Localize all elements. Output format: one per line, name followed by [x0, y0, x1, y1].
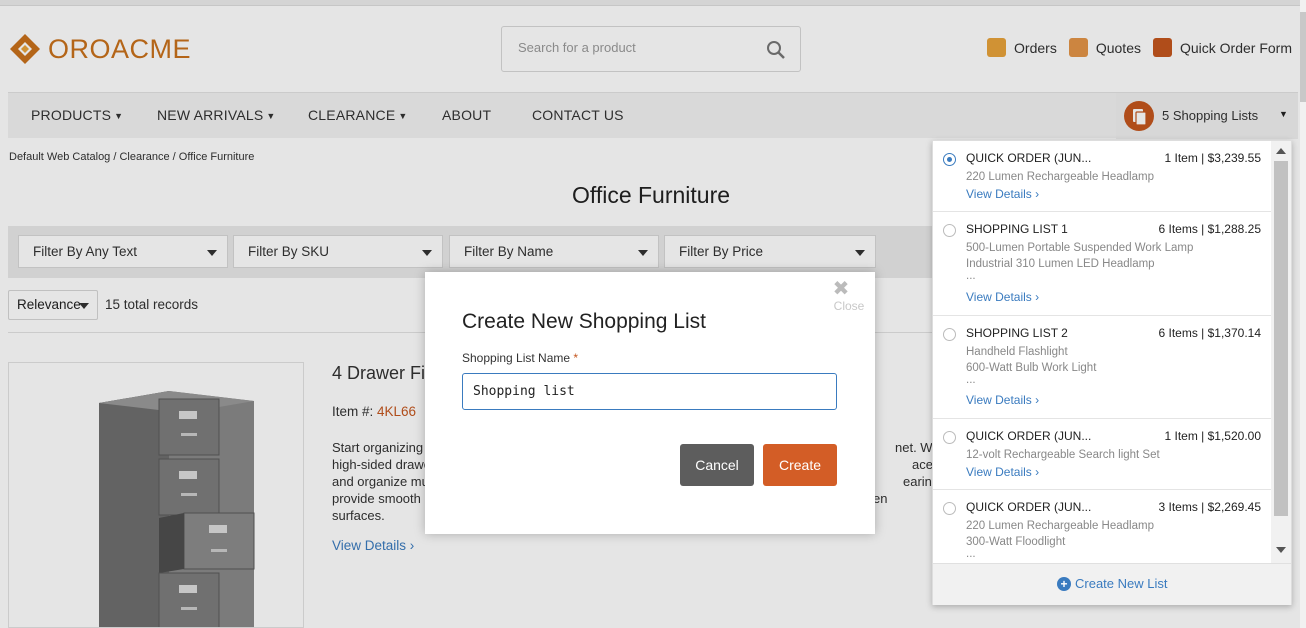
- shopping-lists-list: QUICK ORDER (JUN... 1 Item | $3,239.55 2…: [933, 141, 1271, 563]
- dialog-title: Create New Shopping List: [462, 310, 706, 333]
- shopping-list-line: 220 Lumen Rechargeable Headlamp: [966, 171, 1154, 183]
- cancel-button[interactable]: Cancel: [680, 444, 754, 486]
- shopping-list-name: QUICK ORDER (JUN...: [966, 500, 1092, 514]
- shopping-list-more: ...: [966, 270, 976, 282]
- radio[interactable]: [943, 431, 956, 444]
- shopping-list-summary: 3 Items | $2,269.45: [1158, 500, 1261, 514]
- shopping-list-summary: 1 Item | $1,520.00: [1164, 429, 1261, 443]
- plus-circle-icon: +: [1057, 577, 1071, 591]
- shopping-list-view-details[interactable]: View Details ›: [966, 393, 1039, 407]
- field-label: Shopping List Name *: [462, 351, 579, 365]
- dropdown-scrollbar[interactable]: [1271, 141, 1291, 563]
- shopping-list-name: SHOPPING LIST 2: [966, 326, 1068, 340]
- radio[interactable]: [943, 328, 956, 341]
- shopping-lists-dropdown: QUICK ORDER (JUN... 1 Item | $3,239.55 2…: [932, 140, 1292, 605]
- scroll-thumb[interactable]: [1274, 161, 1288, 516]
- shopping-list-view-details[interactable]: View Details ›: [966, 465, 1039, 479]
- shopping-list-line: 500-Lumen Portable Suspended Work Lamp: [966, 242, 1194, 254]
- shopping-list-summary: 1 Item | $3,239.55: [1164, 151, 1261, 165]
- shopping-list-line: 300-Watt Floodlight: [966, 536, 1066, 548]
- shopping-list-name: QUICK ORDER (JUN...: [966, 429, 1092, 443]
- create-shopping-list-dialog: ✖ Close Create New Shopping List Shoppin…: [425, 272, 875, 534]
- page-scrollbar[interactable]: [1300, 0, 1306, 628]
- shopping-list-line: Industrial 310 Lumen LED Headlamp: [966, 258, 1155, 270]
- shopping-list-entry[interactable]: SHOPPING LIST 1 6 Items | $1,288.25 500-…: [933, 212, 1271, 316]
- create-new-list-label: Create New List: [1075, 576, 1168, 591]
- page-scroll-thumb[interactable]: [1300, 12, 1306, 102]
- shopping-list-line: 12-volt Rechargeable Search light Set: [966, 449, 1160, 461]
- shopping-list-line: 220 Lumen Rechargeable Headlamp: [966, 520, 1154, 532]
- shopping-list-entry[interactable]: QUICK ORDER (JUN... 1 Item | $3,239.55 2…: [933, 141, 1271, 212]
- shopping-list-more: ...: [966, 548, 976, 560]
- shopping-list-view-details[interactable]: View Details ›: [966, 290, 1039, 304]
- shopping-list-more: ...: [966, 374, 976, 386]
- shopping-list-view-details[interactable]: View Details ›: [966, 187, 1039, 201]
- shopping-list-summary: 6 Items | $1,288.25: [1158, 222, 1261, 236]
- shopping-list-line: Handheld Flashlight: [966, 346, 1068, 358]
- shopping-list-name: QUICK ORDER (JUN...: [966, 151, 1092, 165]
- create-button[interactable]: Create: [763, 444, 837, 486]
- shopping-list-line: 600-Watt Bulb Work Light: [966, 362, 1097, 374]
- scroll-up-arrow-icon[interactable]: [1276, 148, 1286, 154]
- create-new-list-button[interactable]: + Create New List: [933, 563, 1291, 605]
- scroll-down-arrow-icon[interactable]: [1276, 547, 1286, 553]
- required-mark: *: [573, 351, 579, 365]
- shopping-list-name: SHOPPING LIST 1: [966, 222, 1068, 236]
- shopping-list-summary: 6 Items | $1,370.14: [1158, 326, 1261, 340]
- shopping-list-entry[interactable]: SHOPPING LIST 2 6 Items | $1,370.14 Hand…: [933, 316, 1271, 419]
- shopping-list-entry[interactable]: QUICK ORDER (JUN... 1 Item | $1,520.00 1…: [933, 419, 1271, 490]
- close-button[interactable]: Close: [829, 299, 869, 313]
- shopping-list-name-input[interactable]: [462, 373, 837, 410]
- shopping-list-entry[interactable]: QUICK ORDER (JUN... 3 Items | $2,269.45 …: [933, 490, 1271, 563]
- radio[interactable]: [943, 224, 956, 237]
- radio-selected[interactable]: [943, 153, 956, 166]
- close-icon[interactable]: ✖: [821, 276, 861, 301]
- radio[interactable]: [943, 502, 956, 515]
